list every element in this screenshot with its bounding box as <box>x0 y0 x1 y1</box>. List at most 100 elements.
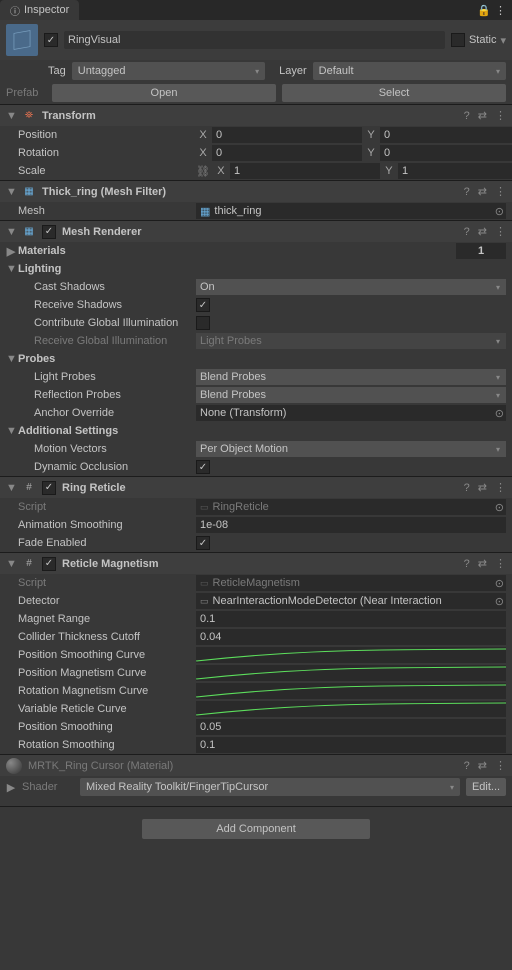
lighting-foldout-icon[interactable]: ▼ <box>6 263 16 275</box>
object-picker-icon[interactable]: ⊙ <box>495 501 504 514</box>
contribute-gi-row: Contribute Global Illumination <box>0 314 512 332</box>
layer-dropdown[interactable]: Default <box>313 62 506 80</box>
magnet-range-input[interactable] <box>196 611 506 627</box>
reticle-magnetism-enabled-checkbox[interactable] <box>42 557 56 571</box>
cast-shadows-dropdown[interactable]: On <box>196 279 506 295</box>
detector-field[interactable]: ▭ NearInteractionModeDetector (Near Inte… <box>196 593 506 609</box>
mesh-renderer-icon: ▦ <box>22 225 36 239</box>
component-menu-icon[interactable]: ⋮ <box>495 109 506 122</box>
transform-foldout-icon[interactable]: ▼ <box>6 110 16 122</box>
mesh-renderer-header[interactable]: ▼ ▦ Mesh Renderer ? ⇄ ⋮ <box>0 220 512 242</box>
dynamic-occlusion-checkbox[interactable] <box>196 460 210 474</box>
materials-foldout-icon[interactable]: ▶ <box>6 245 16 258</box>
pos-mag-curve-field[interactable] <box>196 665 506 681</box>
ring-reticle-enabled-checkbox[interactable] <box>42 481 56 495</box>
fade-enabled-checkbox[interactable] <box>196 536 210 550</box>
gameobject-active-checkbox[interactable] <box>44 33 58 47</box>
rot-smoothing-input[interactable] <box>196 737 506 753</box>
static-label: Static <box>469 34 497 46</box>
reflection-probes-dropdown[interactable]: Blend Probes <box>196 387 506 403</box>
prefab-open-button[interactable]: Open <box>52 84 276 102</box>
mesh-renderer-foldout-icon[interactable]: ▼ <box>6 226 16 238</box>
preset-icon[interactable]: ⇄ <box>478 109 487 122</box>
receive-shadows-row: Receive Shadows <box>0 296 512 314</box>
contribute-gi-checkbox[interactable] <box>196 316 210 330</box>
reticle-magnetism-header[interactable]: ▼ # Reticle Magnetism ? ⇄ ⋮ <box>0 552 512 574</box>
preset-icon[interactable]: ⇄ <box>478 225 487 238</box>
object-picker-icon[interactable]: ⊙ <box>495 407 504 420</box>
component-menu-icon[interactable]: ⋮ <box>495 225 506 238</box>
shader-edit-button[interactable]: Edit... <box>466 778 506 796</box>
position-x-input[interactable] <box>212 127 362 143</box>
add-component-button[interactable]: Add Component <box>142 819 370 839</box>
probes-section[interactable]: ▼ Probes <box>0 350 512 368</box>
help-icon[interactable]: ? <box>464 110 470 122</box>
lighting-section[interactable]: ▼ Lighting <box>0 260 512 278</box>
script-row: Script ▭ RingReticle ⊙ <box>0 498 512 516</box>
mesh-renderer-enabled-checkbox[interactable] <box>42 225 56 239</box>
mesh-label: Mesh <box>18 205 196 217</box>
static-dropdown-icon[interactable]: ▾ <box>500 34 506 47</box>
prefab-select-button[interactable]: Select <box>282 84 506 102</box>
help-icon[interactable]: ? <box>464 186 470 198</box>
var-reticle-curve-field[interactable] <box>196 701 506 717</box>
scale-x-input[interactable] <box>230 163 380 179</box>
shader-dropdown[interactable]: Mixed Reality Toolkit/FingerTipCursor <box>80 778 460 796</box>
object-picker-icon[interactable]: ⊙ <box>495 595 504 608</box>
probes-foldout-icon[interactable]: ▼ <box>6 353 16 365</box>
scale-label: Scale <box>18 165 196 177</box>
motion-vectors-dropdown[interactable]: Per Object Motion <box>196 441 506 457</box>
material-foldout-icon[interactable]: ▶ <box>6 781 16 794</box>
layer-label: Layer <box>279 65 307 77</box>
additional-section[interactable]: ▼ Additional Settings <box>0 422 512 440</box>
inspector-tab[interactable]: ⓘ Inspector <box>0 0 79 20</box>
receive-shadows-checkbox[interactable] <box>196 298 210 312</box>
collider-cutoff-input[interactable] <box>196 629 506 645</box>
component-menu-icon[interactable]: ⋮ <box>495 185 506 198</box>
tag-label: Tag <box>48 65 66 77</box>
materials-section[interactable]: ▶ Materials 1 <box>0 242 512 260</box>
mesh-filter-header[interactable]: ▼ ▦ Thick_ring (Mesh Filter) ? ⇄ ⋮ <box>0 180 512 202</box>
position-y-input[interactable] <box>380 127 512 143</box>
pos-smooth-curve-field[interactable] <box>196 647 506 663</box>
mesh-object-field[interactable]: ▦ thick_ring ⊙ <box>196 203 506 219</box>
gameobject-name-input[interactable] <box>64 31 445 49</box>
preset-icon[interactable]: ⇄ <box>478 481 487 494</box>
help-icon[interactable]: ? <box>464 482 470 494</box>
anim-smoothing-input[interactable] <box>196 517 506 533</box>
object-picker-icon[interactable]: ⊙ <box>495 205 504 218</box>
scale-link-icon[interactable]: ⛓ <box>196 165 210 178</box>
component-menu-icon[interactable]: ⋮ <box>495 759 506 772</box>
help-icon[interactable]: ? <box>464 760 470 772</box>
reticle-magnetism-foldout-icon[interactable]: ▼ <box>6 558 16 570</box>
rotation-y-input[interactable] <box>380 145 512 161</box>
rot-mag-curve-field[interactable] <box>196 683 506 699</box>
help-icon[interactable]: ? <box>464 558 470 570</box>
tag-dropdown[interactable]: Untagged <box>72 62 265 80</box>
lock-icon[interactable]: 🔒 <box>477 4 491 17</box>
rotation-x-input[interactable] <box>212 145 362 161</box>
material-header[interactable]: MRTK_Ring Cursor (Material) ? ⇄ ⋮ <box>0 754 512 776</box>
mesh-filter-foldout-icon[interactable]: ▼ <box>6 186 16 198</box>
scale-y-input[interactable] <box>398 163 512 179</box>
help-icon[interactable]: ? <box>464 226 470 238</box>
pos-smoothing-input[interactable] <box>196 719 506 735</box>
inspector-tab-label: Inspector <box>24 4 69 16</box>
ring-reticle-header[interactable]: ▼ # Ring Reticle ? ⇄ ⋮ <box>0 476 512 498</box>
ring-reticle-foldout-icon[interactable]: ▼ <box>6 482 16 494</box>
component-menu-icon[interactable]: ⋮ <box>495 557 506 570</box>
preset-icon[interactable]: ⇄ <box>478 557 487 570</box>
rot-mag-curve-row: Rotation Magnetism Curve <box>0 682 512 700</box>
component-menu-icon[interactable]: ⋮ <box>495 481 506 494</box>
light-probes-dropdown[interactable]: Blend Probes <box>196 369 506 385</box>
tab-menu-icon[interactable]: ⋮ <box>495 4 506 17</box>
additional-foldout-icon[interactable]: ▼ <box>6 425 16 437</box>
shader-row: ▶ Shader Mixed Reality Toolkit/FingerTip… <box>0 776 512 802</box>
preset-icon[interactable]: ⇄ <box>478 185 487 198</box>
preset-icon[interactable]: ⇄ <box>478 759 487 772</box>
transform-header[interactable]: ▼ ⛯ Transform ? ⇄ ⋮ <box>0 104 512 126</box>
anchor-override-field[interactable]: None (Transform) ⊙ <box>196 405 506 421</box>
object-picker-icon[interactable]: ⊙ <box>495 577 504 590</box>
gameobject-icon[interactable] <box>6 24 38 56</box>
static-checkbox[interactable] <box>451 33 465 47</box>
